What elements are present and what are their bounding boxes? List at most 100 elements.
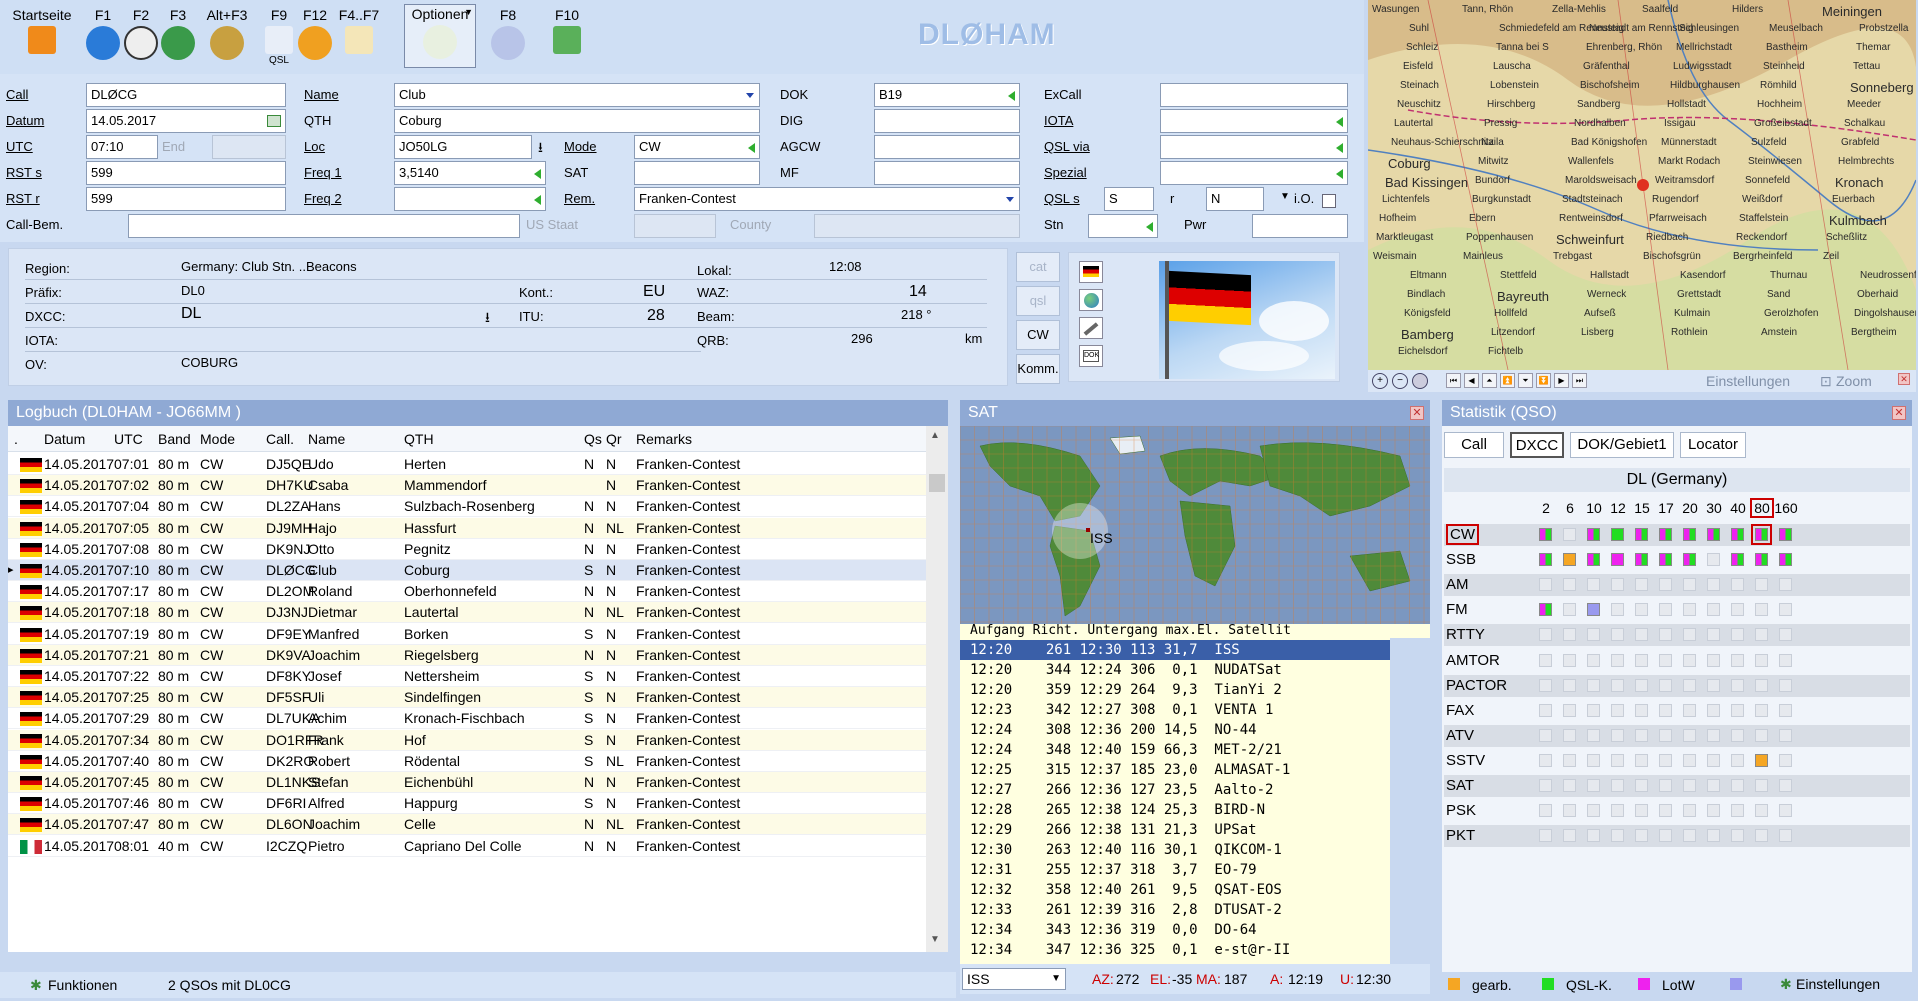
stat-cell[interactable] xyxy=(1563,578,1576,592)
stat-cell[interactable] xyxy=(1659,829,1672,843)
stat-cell[interactable] xyxy=(1635,703,1648,717)
sat-pass-row[interactable]: 12:33 261 12:39 316 2,8 DTUSAT-2 xyxy=(970,900,1282,920)
stat-cell[interactable] xyxy=(1635,753,1648,767)
stat-mode-label[interactable]: SSB xyxy=(1446,551,1476,568)
log-row[interactable]: 14.05.2017 07:46 80 m CW DF6RI Alfred Happurg S… xyxy=(8,793,926,815)
stat-cell[interactable] xyxy=(1659,528,1672,541)
stat-cell[interactable] xyxy=(1683,528,1696,541)
scroll-thumb[interactable] xyxy=(929,474,945,492)
stat-cell[interactable] xyxy=(1707,753,1720,767)
map-zoom-link[interactable]: Zoom xyxy=(1836,373,1872,389)
stat-cell[interactable] xyxy=(1587,753,1600,767)
dropdown-arrow-icon[interactable]: ▼ xyxy=(464,7,473,17)
stat-cell[interactable] xyxy=(1779,779,1792,792)
stn-input[interactable] xyxy=(1088,214,1158,238)
stat-mode-label[interactable]: SAT xyxy=(1446,777,1474,794)
log-row[interactable]: 14.05.2017 07:29 80 m CW DL7UKA Achim Kronach-… xyxy=(8,708,926,730)
sat-pass-row[interactable]: 12:20 359 12:29 264 9,3 TianYi 2 xyxy=(970,680,1282,700)
zoom-icon[interactable]: ⊡ xyxy=(1820,373,1832,390)
stat-cell[interactable] xyxy=(1611,829,1624,843)
dropdown-arrow-icon[interactable] xyxy=(1336,117,1343,127)
dropdown-arrow-icon[interactable] xyxy=(1336,169,1343,179)
qsl-s-input[interactable]: S xyxy=(1104,187,1154,211)
stat-cell[interactable] xyxy=(1659,779,1672,792)
dropdown-arrow-icon[interactable] xyxy=(1008,91,1015,101)
dropdown-arrow-icon[interactable] xyxy=(1146,222,1153,232)
stat-cell[interactable] xyxy=(1611,578,1624,592)
stat-mode-label[interactable]: FM xyxy=(1446,601,1468,618)
close-icon[interactable]: ✕ xyxy=(1898,373,1910,385)
stat-cell[interactable] xyxy=(1707,779,1720,792)
stat-cell[interactable] xyxy=(1707,728,1720,742)
page-down-icon[interactable]: ⏬ xyxy=(1536,373,1551,388)
pan-icon[interactable] xyxy=(1412,373,1428,389)
log-row[interactable]: 14.05.2017 07:47 80 m CW DL6ON Joachim Celle N N… xyxy=(8,814,926,836)
stat-cell[interactable] xyxy=(1611,553,1624,567)
prev-icon[interactable]: ◀ xyxy=(1464,373,1479,388)
log-row[interactable]: 14.05.2017 07:17 80 m CW DL2OM Roland Oberhonn… xyxy=(8,581,926,603)
stat-cell[interactable] xyxy=(1539,553,1552,567)
stat-cell[interactable] xyxy=(1731,829,1744,843)
sat-pass-row[interactable]: 12:25 315 12:37 185 23,0 ALMASAT-1 xyxy=(970,760,1290,780)
qsl-via-input[interactable] xyxy=(1160,135,1348,159)
stat-cell[interactable] xyxy=(1587,528,1600,541)
stat-cell[interactable] xyxy=(1683,578,1696,592)
sat-pass-row[interactable]: 12:23 342 12:27 308 0,1 VENTA 1 xyxy=(970,700,1273,720)
calendar-icon[interactable] xyxy=(267,115,281,127)
chevron-down-icon[interactable] xyxy=(746,93,754,98)
stat-cell[interactable] xyxy=(1635,603,1648,617)
excall-input[interactable] xyxy=(1160,83,1348,107)
stat-cell[interactable] xyxy=(1587,653,1600,667)
log-column-header[interactable]: Mode xyxy=(200,426,235,452)
stat-cell[interactable] xyxy=(1563,653,1576,667)
stat-cell[interactable] xyxy=(1659,728,1672,742)
stat-cell[interactable] xyxy=(1659,804,1672,818)
utc-input[interactable]: 07:10 xyxy=(86,135,158,159)
sat-pass-list[interactable]: 12:20 261 12:30 113 31,7 ISS 12:20 344 12… xyxy=(960,638,1390,964)
log-column-header[interactable]: Name xyxy=(308,426,345,452)
sat-pass-row[interactable]: 12:28 265 12:38 124 25,3 BIRD-N xyxy=(970,800,1265,820)
stat-cell[interactable] xyxy=(1563,628,1576,642)
stat-mode-label[interactable]: PKT xyxy=(1446,827,1475,844)
stat-mode-label[interactable]: AMTOR xyxy=(1446,652,1500,669)
logbook-table[interactable]: . Datum UTC Band Mode Call. Name QTH Qs Qr Remarks… xyxy=(8,426,948,952)
stat-cell[interactable] xyxy=(1755,779,1768,792)
stat-cell[interactable] xyxy=(1563,829,1576,843)
stat-mode-label[interactable]: PACTOR xyxy=(1446,677,1507,694)
toolbar-button-optionen[interactable]: Optionen ▼ xyxy=(404,4,476,68)
stat-cell[interactable] xyxy=(1755,804,1768,818)
stat-cell[interactable] xyxy=(1539,578,1552,592)
stat-cell[interactable] xyxy=(1611,703,1624,717)
dig-input[interactable] xyxy=(874,109,1020,133)
stat-cell[interactable] xyxy=(1539,628,1552,642)
dropdown-arrow-icon[interactable] xyxy=(1336,143,1343,153)
down-icon[interactable]: ⏷ xyxy=(1518,373,1533,388)
log-row[interactable]: 14.05.2017 07:25 80 m CW DF5SF Uli Sindelfinge… xyxy=(8,687,926,709)
scroll-up-icon[interactable]: ▲ xyxy=(930,430,940,441)
log-row[interactable]: 14.05.2017 07:18 80 m CW DJ3NJ Dietmar Lautert… xyxy=(8,602,926,624)
call-bem-input[interactable] xyxy=(128,214,520,238)
stat-cell[interactable] xyxy=(1779,653,1792,667)
stat-cell[interactable] xyxy=(1779,678,1792,692)
zoom-out-icon[interactable]: − xyxy=(1392,373,1408,389)
freq2-input[interactable] xyxy=(394,187,546,211)
stat-cell[interactable] xyxy=(1587,603,1600,617)
stat-cell[interactable] xyxy=(1587,829,1600,843)
log-column-header[interactable]: UTC xyxy=(114,426,143,452)
stat-settings-button[interactable]: Einstellungen xyxy=(1796,976,1880,992)
stat-cell[interactable] xyxy=(1659,628,1672,642)
stat-cell[interactable] xyxy=(1563,678,1576,692)
sat-world-map[interactable]: ISS xyxy=(960,426,1430,624)
log-row[interactable]: 14.05.2017 07:22 80 m CW DF8KY Josef Nettershe… xyxy=(8,666,926,687)
stat-mode-label[interactable]: RTTY xyxy=(1446,626,1485,643)
stat-cell[interactable] xyxy=(1539,653,1552,667)
stat-cell[interactable] xyxy=(1611,779,1624,792)
stat-cell[interactable] xyxy=(1683,703,1696,717)
stat-cell[interactable] xyxy=(1539,804,1552,818)
stat-cell[interactable] xyxy=(1635,678,1648,692)
log-column-header[interactable]: Remarks xyxy=(636,426,692,452)
stat-cell[interactable] xyxy=(1611,728,1624,742)
stat-cell[interactable] xyxy=(1683,753,1696,767)
dropdown-arrow-icon[interactable] xyxy=(748,143,755,153)
stat-tab-locator[interactable]: Locator xyxy=(1680,432,1746,458)
